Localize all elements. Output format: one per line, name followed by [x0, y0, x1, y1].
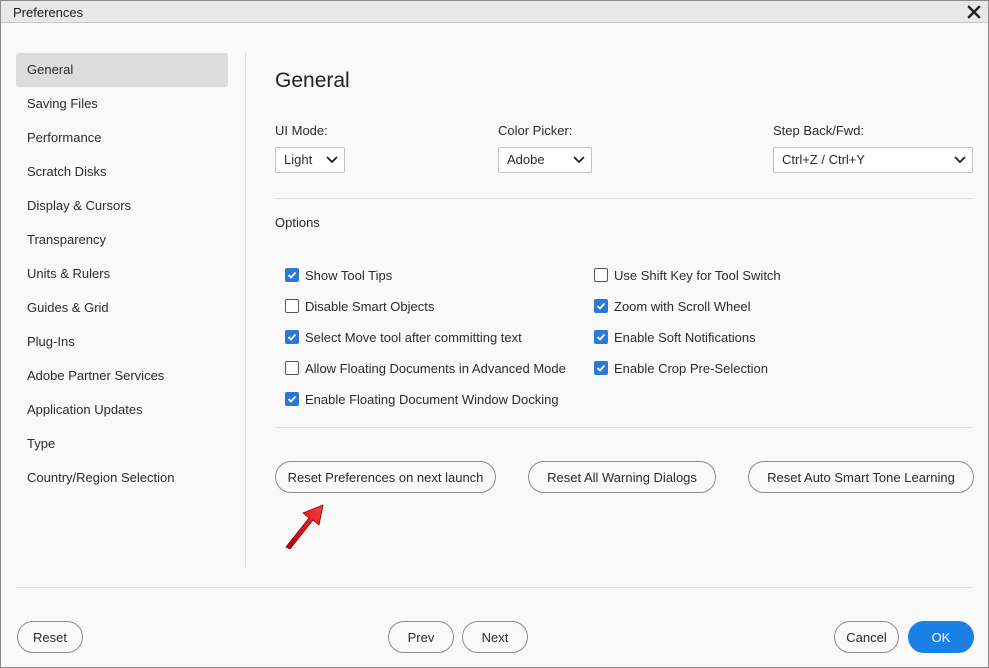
sidebar-item-display-cursors[interactable]: Display & Cursors	[16, 189, 228, 223]
options-label: Options	[275, 215, 320, 230]
annotation-arrow-icon	[285, 504, 324, 549]
sidebar-item-units-rulers[interactable]: Units & Rulers	[16, 257, 228, 291]
title-bar: Preferences	[1, 1, 988, 23]
option-label: Select Move tool after committing text	[305, 329, 522, 345]
sidebar-nav: General Saving Files Performance Scratch…	[16, 53, 228, 495]
allow-floating-documents-checkbox[interactable]: Allow Floating Documents in Advanced Mod…	[285, 358, 566, 378]
checkbox-checked-icon	[594, 361, 608, 375]
sidebar-item-plug-ins[interactable]: Plug-Ins	[16, 325, 228, 359]
disable-smart-objects-checkbox[interactable]: Disable Smart Objects	[285, 296, 434, 316]
ok-button[interactable]: OK	[908, 621, 974, 653]
checkbox-checked-icon	[594, 330, 608, 344]
sidebar-item-guides-grid[interactable]: Guides & Grid	[16, 291, 228, 325]
checkbox-checked-icon	[285, 268, 299, 282]
step-back-label: Step Back/Fwd:	[773, 123, 865, 138]
show-tool-tips-checkbox[interactable]: Show Tool Tips	[285, 265, 392, 285]
sidebar-item-application-updates[interactable]: Application Updates	[16, 393, 228, 427]
sidebar-item-transparency[interactable]: Transparency	[16, 223, 228, 257]
enable-soft-notifications-checkbox[interactable]: Enable Soft Notifications	[594, 327, 756, 347]
close-button[interactable]	[964, 2, 984, 22]
enable-crop-preselection-checkbox[interactable]: Enable Crop Pre-Selection	[594, 358, 768, 378]
chevron-down-icon	[326, 156, 338, 164]
checkbox-checked-icon	[285, 392, 299, 406]
reset-warning-dialogs-button[interactable]: Reset All Warning Dialogs	[528, 461, 716, 493]
color-picker-value: Adobe	[507, 152, 545, 167]
reset-button[interactable]: Reset	[17, 621, 83, 653]
window-title: Preferences	[13, 5, 84, 20]
reset-smart-tone-button[interactable]: Reset Auto Smart Tone Learning	[748, 461, 974, 493]
checkbox-checked-icon	[285, 330, 299, 344]
sidebar-item-saving-files[interactable]: Saving Files	[16, 87, 228, 121]
select-move-tool-checkbox[interactable]: Select Move tool after committing text	[285, 327, 522, 347]
checkbox-unchecked-icon	[594, 268, 608, 282]
use-shift-key-checkbox[interactable]: Use Shift Key for Tool Switch	[594, 265, 781, 285]
close-icon	[967, 5, 981, 19]
reset-preferences-button[interactable]: Reset Preferences on next launch	[275, 461, 496, 493]
option-label: Enable Soft Notifications	[614, 329, 756, 345]
section-divider	[275, 427, 973, 428]
step-back-select[interactable]: Ctrl+Z / Ctrl+Y	[773, 147, 973, 173]
color-picker-select[interactable]: Adobe	[498, 147, 592, 173]
option-label: Enable Floating Document Window Docking	[305, 391, 559, 407]
zoom-scroll-wheel-checkbox[interactable]: Zoom with Scroll Wheel	[594, 296, 751, 316]
next-button[interactable]: Next	[462, 621, 528, 653]
color-picker-label: Color Picker:	[498, 123, 573, 138]
checkbox-checked-icon	[594, 299, 608, 313]
checkbox-unchecked-icon	[285, 361, 299, 375]
preferences-window: Preferences General Saving Files Perform…	[0, 0, 989, 668]
page-title: General	[275, 69, 350, 92]
option-label: Disable Smart Objects	[305, 298, 435, 314]
section-divider	[275, 198, 973, 199]
option-label: Show Tool Tips	[305, 267, 393, 283]
checkbox-unchecked-icon	[285, 299, 299, 313]
sidebar-item-type[interactable]: Type	[16, 427, 228, 461]
step-back-value: Ctrl+Z / Ctrl+Y	[782, 152, 866, 167]
sidebar-item-general[interactable]: General	[16, 53, 228, 87]
enable-floating-window-docking-checkbox[interactable]: Enable Floating Document Window Docking	[285, 389, 559, 409]
option-label: Enable Crop Pre-Selection	[614, 360, 768, 376]
sidebar-item-scratch-disks[interactable]: Scratch Disks	[16, 155, 228, 189]
ui-mode-label: UI Mode:	[275, 123, 328, 138]
cancel-button[interactable]: Cancel	[834, 621, 899, 653]
prev-button[interactable]: Prev	[388, 621, 454, 653]
sidebar-divider	[245, 53, 246, 567]
sidebar-item-adobe-partner-services[interactable]: Adobe Partner Services	[16, 359, 228, 393]
footer-divider	[16, 587, 973, 588]
ui-mode-value: Light	[284, 152, 313, 167]
sidebar-item-country-region[interactable]: Country/Region Selection	[16, 461, 228, 495]
chevron-down-icon	[954, 156, 966, 164]
option-label: Allow Floating Documents in Advanced Mod…	[305, 360, 566, 376]
option-label: Zoom with Scroll Wheel	[614, 298, 751, 314]
chevron-down-icon	[573, 156, 585, 164]
content-area: General Saving Files Performance Scratch…	[1, 23, 988, 667]
option-label: Use Shift Key for Tool Switch	[614, 267, 781, 283]
sidebar-item-performance[interactable]: Performance	[16, 121, 228, 155]
ui-mode-select[interactable]: Light	[275, 147, 345, 173]
